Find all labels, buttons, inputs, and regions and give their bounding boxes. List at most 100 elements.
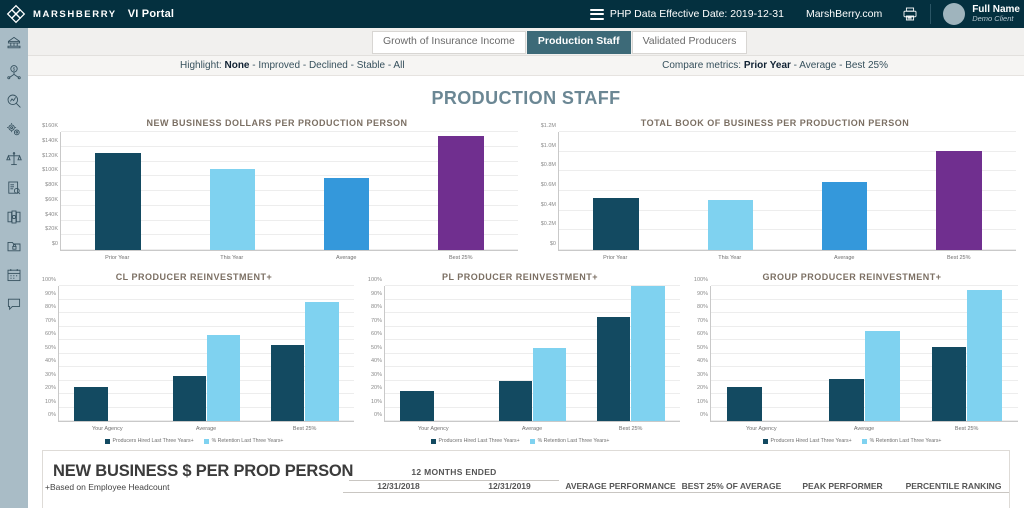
- sidebar-item-calendar[interactable]: [0, 260, 28, 289]
- bar-group: [157, 286, 255, 421]
- bar-group: [404, 132, 518, 250]
- brand-block[interactable]: MARSHBERRY VI Portal: [0, 4, 190, 24]
- printer-icon[interactable]: [902, 6, 918, 22]
- highlight-filter: Highlight: None - Improved - Declined - …: [180, 60, 405, 71]
- bar[interactable]: [936, 150, 982, 250]
- y-axis-tick-label: 10%: [44, 398, 56, 405]
- column-header-date-2018[interactable]: 12/31/2018: [343, 480, 454, 493]
- bar[interactable]: [593, 197, 639, 250]
- bar-group: [385, 286, 483, 421]
- sidebar-item-benchmarks[interactable]: [0, 144, 28, 173]
- bar[interactable]: [438, 136, 484, 250]
- legend-item[interactable]: % Retention Last Three Years+: [529, 438, 609, 444]
- hamburger-icon[interactable]: [589, 8, 604, 20]
- sidebar-item-reports[interactable]: [0, 173, 28, 202]
- sidebar-item-agency[interactable]: [0, 28, 28, 57]
- legend-item[interactable]: Producers Hired Last Three Years+: [104, 438, 194, 444]
- x-axis-labels: Your Agency Average Best 25%: [58, 423, 354, 436]
- bar[interactable]: [74, 387, 108, 421]
- legend-item[interactable]: % Retention Last Three Years+: [203, 438, 284, 444]
- sidebar-item-documents[interactable]: [0, 231, 28, 260]
- bar[interactable]: [829, 379, 864, 421]
- bar[interactable]: [967, 290, 1003, 421]
- bar[interactable]: [931, 346, 967, 421]
- highlight-label: Highlight:: [180, 60, 222, 71]
- user-menu[interactable]: Full Name Demo Client: [972, 4, 1020, 24]
- y-axis-tick-label: 30%: [696, 371, 708, 378]
- legend-label: % Retention Last Three Years+: [211, 438, 284, 444]
- y-axis-tick-label: 100%: [693, 277, 708, 283]
- sidebar-item-support[interactable]: [0, 289, 28, 318]
- bar[interactable]: [305, 302, 339, 421]
- y-axis-tick-label: 70%: [696, 317, 708, 324]
- x-axis-tick-label: Best 25%: [618, 426, 643, 432]
- bar[interactable]: [532, 348, 567, 421]
- bar-group: [559, 132, 673, 250]
- x-axis-labels: Your Agency Average Best 25%: [710, 423, 1018, 436]
- bar[interactable]: [172, 376, 206, 421]
- section-title: NEW BUSINESS $ PER PROD PERSON: [53, 462, 354, 480]
- chart-title: NEW BUSINESS DOLLARS PER PRODUCTION PERS…: [146, 118, 408, 128]
- bar[interactable]: [95, 153, 141, 250]
- sidebar-item-revenue[interactable]: $: [0, 57, 28, 86]
- row-cell: [898, 492, 1009, 503]
- bar[interactable]: [498, 380, 532, 421]
- plot-area: 0% 10% 20% 30% 40% 50% 60% 70% 80% 90% 100%: [42, 277, 354, 422]
- avatar[interactable]: [943, 3, 966, 25]
- chart-title: CL PRODUCER REINVESTMENT+: [115, 272, 273, 282]
- column-header-date-2019[interactable]: 12/31/2019: [454, 480, 565, 493]
- x-axis-tick-label: Best 25%: [954, 426, 979, 432]
- bar[interactable]: [707, 199, 754, 250]
- bar[interactable]: [726, 387, 762, 421]
- y-axis-tick-label: 30%: [370, 371, 382, 378]
- x-axis-tick-label: Prior Year: [105, 255, 130, 261]
- bar[interactable]: [596, 317, 631, 421]
- column-header-percentile-ranking[interactable]: PERCENTILE RANKING: [898, 451, 1009, 493]
- section-title-cell: NEW BUSINESS $ PER PROD PERSON +Based on…: [43, 451, 354, 492]
- compare-options[interactable]: - Average - Best 25%: [791, 60, 888, 71]
- chart-group-producer-reinvestment: GROUP PRODUCER REINVESTMENT+ 0% 10% 20% 30%…: [684, 272, 1020, 444]
- y-axis-tick-label: $80K: [45, 182, 58, 188]
- column-header-peak-performer[interactable]: PEAK PERFORMER: [787, 451, 898, 493]
- calendar-icon: [6, 267, 22, 283]
- bar[interactable]: [206, 334, 241, 421]
- sidebar-item-analysis[interactable]: [0, 86, 28, 115]
- row-cell: [565, 492, 676, 503]
- row-cell: [343, 492, 454, 503]
- sidebar-item-operations[interactable]: [0, 115, 28, 144]
- tab-list: Growth of Insurance Income Production St…: [372, 31, 748, 54]
- y-axis-tick-label: 50%: [696, 344, 708, 351]
- compare-selected[interactable]: Prior Year: [744, 60, 791, 71]
- tab-validated-producers[interactable]: Validated Producers: [631, 31, 748, 54]
- bar[interactable]: [631, 286, 665, 421]
- dashboard-canvas: PRODUCTION STAFF NEW BUSINESS DOLLARS PE…: [28, 76, 1024, 508]
- legend-item[interactable]: Producers Hired Last Three Years+: [762, 438, 852, 444]
- bar[interactable]: [400, 391, 434, 421]
- marshberry-com-link[interactable]: MarshBerry.com: [806, 8, 882, 20]
- tab-production-staff[interactable]: Production Staff: [526, 31, 631, 54]
- row-cell: [454, 492, 565, 503]
- bar[interactable]: [864, 330, 900, 421]
- y-axis-tick-label: $120K: [42, 152, 58, 159]
- column-header-average-performance[interactable]: AVERAGE PERFORMANCE: [565, 451, 676, 493]
- bar[interactable]: [821, 182, 868, 250]
- y-axis-tick-label: $0: [51, 241, 58, 247]
- highlight-selected[interactable]: None: [224, 60, 249, 71]
- legend-item[interactable]: Producers Hired Last Three Years+: [430, 438, 520, 444]
- svg-text:$: $: [13, 66, 16, 71]
- chart-plot: $0 $20K $40K $60K $80K $100K $120K $140K $160K Pr…: [34, 123, 520, 265]
- tab-growth-of-insurance-income[interactable]: Growth of Insurance Income: [372, 31, 526, 54]
- sidebar-item-presentation[interactable]: [0, 202, 28, 231]
- column-header-best-25-of-average[interactable]: BEST 25% OF AVERAGE: [676, 451, 787, 493]
- highlight-options[interactable]: - Improved - Declined - Stable - All: [249, 60, 404, 71]
- legend-item[interactable]: % Retention Last Three Years+: [861, 438, 941, 444]
- y-axis-tick-label: 80%: [44, 304, 56, 310]
- chart-title: GROUP PRODUCER REINVESTMENT+: [762, 272, 942, 282]
- y-axis-tick-label: 0%: [48, 412, 56, 418]
- legend-swatch: [203, 438, 209, 444]
- y-axis-tick-label: 20%: [44, 385, 56, 391]
- y-axis-tick-label: $1.2M: [540, 123, 556, 129]
- bar[interactable]: [270, 345, 305, 421]
- bar[interactable]: [209, 168, 256, 250]
- bar[interactable]: [323, 178, 370, 250]
